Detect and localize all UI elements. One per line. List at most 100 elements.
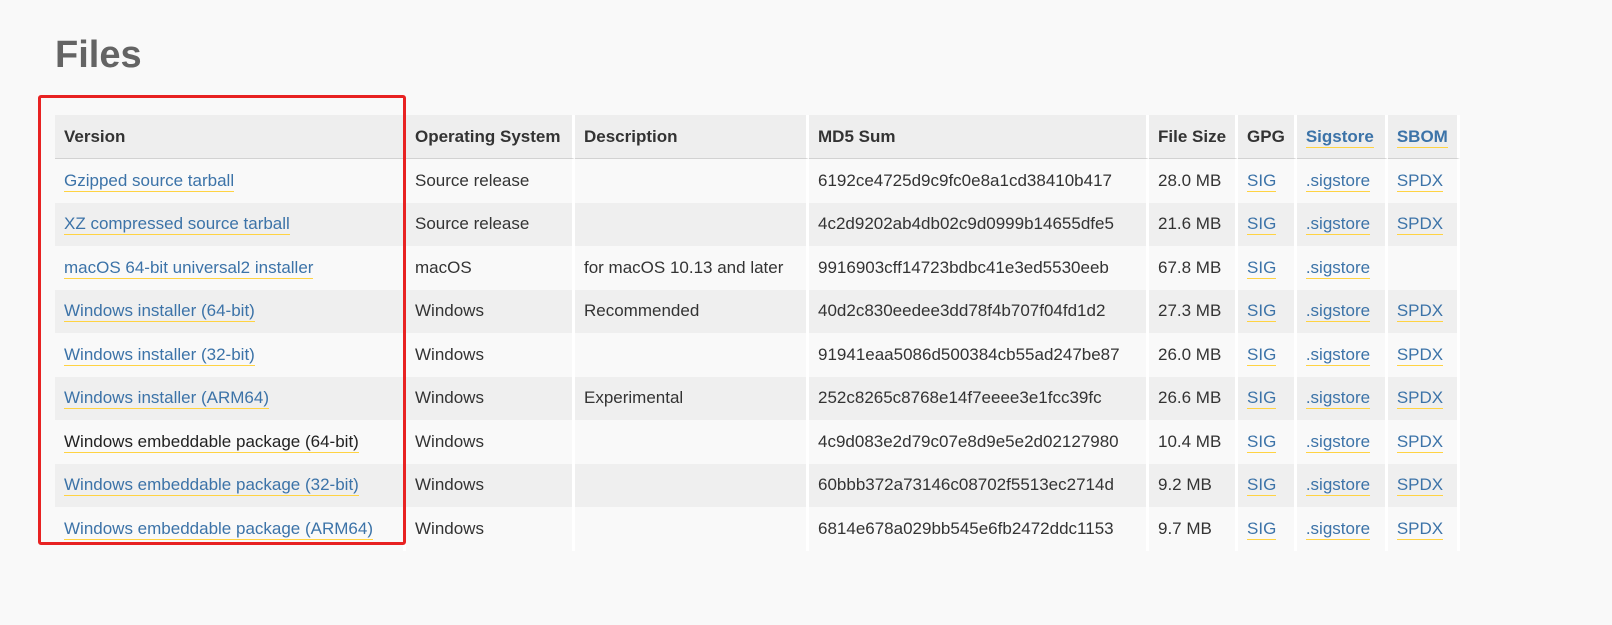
os-cell: Windows <box>406 333 575 377</box>
files-page: Files Version Operating System Descripti… <box>0 0 1612 625</box>
spdx-link[interactable]: SPDX <box>1396 301 1444 323</box>
version-cell: Windows embeddable package (ARM64) <box>55 507 406 551</box>
header-sigstore: Sigstore <box>1296 115 1388 159</box>
version-cell: Windows installer (32-bit) <box>55 333 406 377</box>
sigstore-link[interactable]: .sigstore <box>1305 301 1371 323</box>
description-cell <box>575 159 809 203</box>
table-row: Windows embeddable package (32-bit) Wind… <box>55 463 1460 507</box>
os-cell: Windows <box>406 507 575 551</box>
file-size-cell: 26.6 MB <box>1149 376 1239 420</box>
header-gpg: GPG <box>1238 115 1297 159</box>
sigstore-link[interactable]: .sigstore <box>1305 257 1371 279</box>
file-size-cell: 9.7 MB <box>1149 507 1239 551</box>
sigstore-link[interactable]: .sigstore <box>1305 518 1371 540</box>
sigstore-cell: .sigstore <box>1296 289 1388 333</box>
sigstore-cell: .sigstore <box>1296 420 1388 464</box>
version-link[interactable]: Windows embeddable package (ARM64) <box>64 518 373 540</box>
file-size-cell: 27.3 MB <box>1149 289 1239 333</box>
table-row: Windows installer (ARM64) Windows Experi… <box>55 376 1460 420</box>
gpg-cell: SIG <box>1238 507 1297 551</box>
header-description: Description <box>575 115 809 159</box>
table-header-row: Version Operating System Description MD5… <box>55 115 1460 159</box>
os-cell: Windows <box>406 376 575 420</box>
sigstore-link[interactable]: .sigstore <box>1305 170 1371 192</box>
sigstore-link[interactable]: .sigstore <box>1305 431 1371 453</box>
spdx-link[interactable]: SPDX <box>1396 170 1444 192</box>
version-link[interactable]: Windows embeddable package (64-bit) <box>64 431 359 453</box>
md5-cell: 40d2c830eedee3dd78f4b707f04fd1d2 <box>809 289 1149 333</box>
sigstore-cell: .sigstore <box>1296 333 1388 377</box>
spdx-link[interactable]: SPDX <box>1396 388 1444 410</box>
sbom-cell: SPDX <box>1387 202 1460 246</box>
version-link[interactable]: Windows installer (32-bit) <box>64 344 255 366</box>
md5-cell: 6192ce4725d9c9fc0e8a1cd38410b417 <box>809 159 1149 203</box>
file-size-cell: 28.0 MB <box>1149 159 1239 203</box>
version-cell: Windows installer (64-bit) <box>55 289 406 333</box>
gpg-sig-link[interactable]: SIG <box>1247 257 1277 279</box>
sigstore-link[interactable]: .sigstore <box>1305 214 1371 236</box>
spdx-link[interactable]: SPDX <box>1396 518 1444 540</box>
os-cell: Source release <box>406 202 575 246</box>
gpg-cell: SIG <box>1238 246 1297 290</box>
spdx-link[interactable]: SPDX <box>1396 431 1444 453</box>
table-row: Windows embeddable package (ARM64) Windo… <box>55 507 1460 551</box>
header-file-size: File Size <box>1149 115 1239 159</box>
file-size-cell: 67.8 MB <box>1149 246 1239 290</box>
md5-cell: 4c9d083e2d79c07e8d9e5e2d02127980 <box>809 420 1149 464</box>
os-cell: Source release <box>406 159 575 203</box>
sbom-cell: SPDX <box>1387 463 1460 507</box>
files-table: Version Operating System Description MD5… <box>55 115 1460 551</box>
header-md5-sum: MD5 Sum <box>809 115 1149 159</box>
gpg-cell: SIG <box>1238 159 1297 203</box>
gpg-sig-link[interactable]: SIG <box>1247 518 1277 540</box>
gpg-cell: SIG <box>1238 463 1297 507</box>
md5-cell: 60bbb372a73146c08702f5513ec2714d <box>809 463 1149 507</box>
sigstore-cell: .sigstore <box>1296 507 1388 551</box>
gpg-sig-link[interactable]: SIG <box>1247 431 1277 453</box>
gpg-sig-link[interactable]: SIG <box>1247 388 1277 410</box>
description-cell: for macOS 10.13 and later <box>575 246 809 290</box>
md5-cell: 91941eaa5086d500384cb55ad247be87 <box>809 333 1149 377</box>
gpg-cell: SIG <box>1238 289 1297 333</box>
spdx-link[interactable]: SPDX <box>1396 214 1444 236</box>
md5-cell: 4c2d9202ab4db02c9d0999b14655dfe5 <box>809 202 1149 246</box>
file-size-cell: 21.6 MB <box>1149 202 1239 246</box>
spdx-link[interactable]: SPDX <box>1396 344 1444 366</box>
sigstore-link[interactable]: .sigstore <box>1305 475 1371 497</box>
sigstore-cell: .sigstore <box>1296 376 1388 420</box>
gpg-cell: SIG <box>1238 376 1297 420</box>
gpg-sig-link[interactable]: SIG <box>1247 170 1277 192</box>
file-size-cell: 26.0 MB <box>1149 333 1239 377</box>
gpg-sig-link[interactable]: SIG <box>1247 344 1277 366</box>
gpg-sig-link[interactable]: SIG <box>1247 214 1277 236</box>
sbom-header-link[interactable]: SBOM <box>1396 126 1448 148</box>
sbom-cell: SPDX <box>1387 333 1460 377</box>
header-operating-system: Operating System <box>406 115 575 159</box>
os-cell: Windows <box>406 463 575 507</box>
version-link[interactable]: Windows installer (ARM64) <box>64 388 269 410</box>
gpg-cell: SIG <box>1238 420 1297 464</box>
sigstore-cell: .sigstore <box>1296 463 1388 507</box>
version-link[interactable]: macOS 64-bit universal2 installer <box>64 257 314 279</box>
spdx-link[interactable]: SPDX <box>1396 475 1444 497</box>
gpg-sig-link[interactable]: SIG <box>1247 475 1277 497</box>
version-link[interactable]: Gzipped source tarball <box>64 170 235 192</box>
file-size-cell: 9.2 MB <box>1149 463 1239 507</box>
sbom-cell <box>1387 246 1460 290</box>
version-link[interactable]: Windows installer (64-bit) <box>64 301 255 323</box>
table-row: Windows embeddable package (64-bit) Wind… <box>55 420 1460 464</box>
md5-cell: 9916903cff14723bdbc41e3ed5530eeb <box>809 246 1149 290</box>
os-cell: macOS <box>406 246 575 290</box>
sigstore-header-link[interactable]: Sigstore <box>1305 126 1374 148</box>
version-cell: XZ compressed source tarball <box>55 202 406 246</box>
version-cell: Gzipped source tarball <box>55 159 406 203</box>
sbom-cell: SPDX <box>1387 376 1460 420</box>
sigstore-link[interactable]: .sigstore <box>1305 344 1371 366</box>
sigstore-link[interactable]: .sigstore <box>1305 388 1371 410</box>
version-link[interactable]: XZ compressed source tarball <box>64 214 290 236</box>
version-cell: Windows embeddable package (32-bit) <box>55 463 406 507</box>
gpg-sig-link[interactable]: SIG <box>1247 301 1277 323</box>
version-link[interactable]: Windows embeddable package (32-bit) <box>64 475 359 497</box>
table-row: Gzipped source tarball Source release 61… <box>55 159 1460 203</box>
table-row: Windows installer (32-bit) Windows 91941… <box>55 333 1460 377</box>
